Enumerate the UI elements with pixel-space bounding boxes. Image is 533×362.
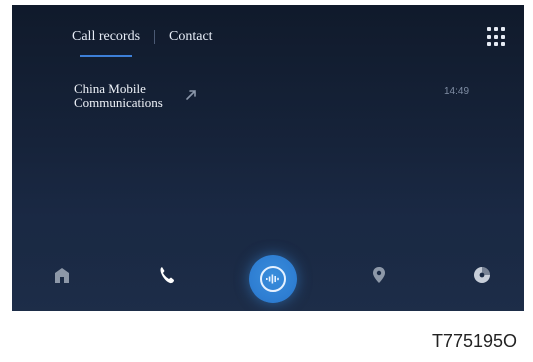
home-icon[interactable] bbox=[42, 255, 82, 295]
voice-assistant-icon bbox=[260, 266, 286, 292]
location-icon[interactable] bbox=[359, 255, 399, 295]
bottom-dock bbox=[12, 255, 524, 311]
figure-caption: T775195O bbox=[431, 331, 517, 351]
tab-call-records[interactable]: Call records bbox=[72, 29, 140, 57]
dialpad-icon[interactable] bbox=[487, 27, 507, 47]
caller-name: China Mobile Communications bbox=[74, 81, 163, 110]
outgoing-call-icon bbox=[186, 90, 196, 100]
tab-bar: Call records Contact bbox=[72, 29, 213, 57]
music-icon[interactable] bbox=[462, 255, 502, 295]
car-phone-screen: Call records Contact China Mobile Commun… bbox=[12, 5, 524, 311]
tab-contact[interactable]: Contact bbox=[169, 29, 213, 51]
voice-assistant-button[interactable] bbox=[249, 255, 297, 303]
tab-divider bbox=[154, 30, 156, 44]
phone-icon[interactable] bbox=[147, 255, 187, 295]
call-record-row[interactable]: China Mobile Communications 14:49 bbox=[74, 82, 514, 122]
call-time: 14:49 bbox=[444, 86, 470, 97]
